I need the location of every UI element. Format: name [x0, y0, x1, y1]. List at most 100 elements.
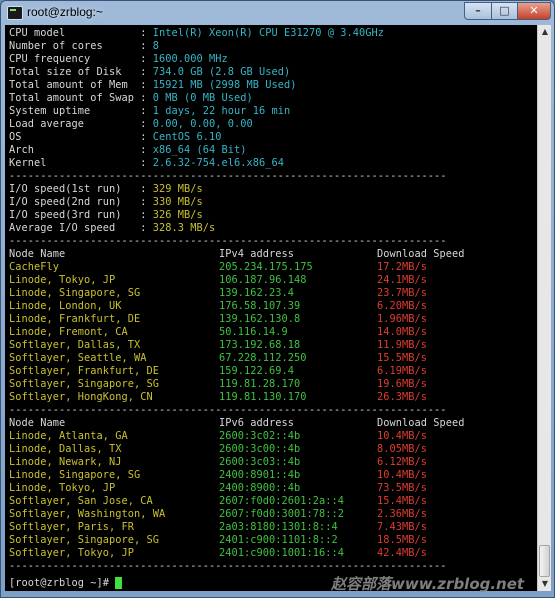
sysinfo-line: OS : CentOS 6.10: [9, 131, 221, 144]
close-button[interactable]: ✕: [517, 2, 551, 20]
download-speed: 6.20MB/s: [377, 300, 427, 312]
ip-address: 106.187.96.148: [219, 274, 307, 286]
node-name: Linode, Singapore, SG: [9, 287, 141, 299]
sysinfo-line: CPU frequency : 1600.000 MHz: [9, 53, 228, 66]
io-value: 329 MB/s: [152, 183, 203, 195]
sysinfo-key: Load average :: [9, 118, 153, 130]
scrollbar-thumb[interactable]: [539, 545, 550, 577]
sysinfo-line: Kernel : 2.6.32-754.el6.x86_64: [9, 157, 284, 170]
node-name: Softlayer, San Jose, CA: [9, 495, 153, 507]
terminal-output[interactable]: CPU model : Intel(R) Xeon(R) CPU E31270 …: [5, 25, 537, 591]
download-speed: 6.19MB/s: [377, 365, 427, 377]
sysinfo-line: Total size of Disk : 734.0 GB (2.8 GB Us…: [9, 66, 290, 79]
ip-address: 2607:f0d0:2601:2a::4: [219, 495, 344, 507]
download-speed: 7.43MB/s: [377, 521, 427, 533]
download-speed: 19.6MB/s: [377, 378, 427, 390]
ipv6-header: Node Name IPv6 address Download Speed: [9, 417, 464, 430]
node-name: Softlayer, HongKong, CN: [9, 391, 153, 403]
ipv6-row: Linode, Newark, NJ 2600:3c03::4b 6.12MB/s: [9, 456, 427, 469]
ip-address: 50.116.14.9: [219, 326, 288, 338]
ip-address: 2400:8901::4b: [219, 469, 301, 481]
download-speed: 15.4MB/s: [377, 495, 427, 507]
ipv6-row: Softlayer, San Jose, CA 2607:f0d0:2601:2a…: [9, 495, 427, 508]
download-speed: 73.5MB/s: [377, 482, 427, 494]
io-line: I/O speed(2nd run) : 330 MB/s: [9, 196, 203, 209]
ip-address: 205.234.175.175: [219, 261, 313, 273]
sysinfo-value: 0.00, 0.00, 0.00: [152, 118, 253, 130]
shell-prompt-line[interactable]: [root@zrblog ~]#: [9, 577, 123, 590]
sysinfo-line: Load average : 0.00, 0.00, 0.00: [9, 118, 253, 131]
sysinfo-key: CPU frequency :: [9, 53, 153, 65]
ipv6-row: Linode, Atlanta, GA 2600:3c02::4b 10.4MB/s: [9, 430, 427, 443]
node-name: Softlayer, Tokyo, JP: [9, 547, 134, 559]
ip-address: 2401:c900:1001:16::4: [219, 547, 344, 559]
watermark: 赵容部落www.zrblog.net: [331, 575, 525, 593]
ip-address: 2a03:8180:1301:8::4: [219, 521, 338, 533]
text-cursor: [115, 577, 123, 589]
download-speed: 15.5MB/s: [377, 352, 427, 364]
sysinfo-value: CentOS 6.10: [152, 131, 222, 143]
maximize-button[interactable]: □: [491, 2, 518, 20]
io-value: 326 MB/s: [152, 209, 203, 221]
vertical-scrollbar[interactable]: ▲ ▼: [537, 25, 551, 591]
ipv6-row: Linode, Singapore, SG 2400:8901::4b 10.4MB…: [9, 469, 427, 482]
node-name: Linode, Frankfurt, DE: [9, 313, 141, 325]
sysinfo-line: System uptime : 1 days, 22 hour 16 min: [9, 105, 290, 118]
io-line: I/O speed(1st run) : 329 MB/s: [9, 183, 203, 196]
download-speed: 6.12MB/s: [377, 456, 427, 468]
ipv6-row: Softlayer, Tokyo, JP 2401:c900:1001:16::4…: [9, 547, 427, 560]
sysinfo-key: Total amount of Swap :: [9, 92, 153, 104]
ipv4-row: Softlayer, Dallas, TX 173.192.68.18 11.9MB…: [9, 339, 427, 352]
sysinfo-key: Total size of Disk :: [9, 66, 153, 78]
ipv4-row: CacheFly 205.234.175.175 17.2MB/s: [9, 261, 427, 274]
terminal-window: root@zrblog:~ – □ ✕ CPU model : Intel(R)…: [0, 0, 555, 598]
ip-address: 159.122.69.4: [219, 365, 294, 377]
title-bar[interactable]: root@zrblog:~ – □ ✕: [1, 1, 554, 25]
separator: ----------------------------------------…: [9, 404, 447, 416]
ipv4-row: Softlayer, Seattle, WA 67.228.112.250 15.5…: [9, 352, 427, 365]
header-download-speed: Download Speed: [377, 417, 465, 429]
ipv4-row: Linode, Tokyo, JP 106.187.96.148 24.1MB/s: [9, 274, 427, 287]
sysinfo-value: 1 days, 22 hour 16 min: [152, 105, 291, 117]
sysinfo-value: 0 MB (0 MB Used): [152, 92, 253, 104]
node-name: Linode, Fremont, CA: [9, 326, 128, 338]
ip-address: 2600:3c03::4b: [219, 456, 301, 468]
node-name: Softlayer, Washington, WA: [9, 508, 166, 520]
separator: ----------------------------------------…: [9, 235, 447, 247]
ip-address: 2400:8900::4b: [219, 482, 301, 494]
ip-address: 139.162.130.8: [219, 313, 301, 325]
ip-address: 2600:3c02::4b: [219, 430, 301, 442]
node-name: Softlayer, Frankfurt, DE: [9, 365, 159, 377]
node-name: Softlayer, Dallas, TX: [9, 339, 141, 351]
sysinfo-line: Number of cores : 8: [9, 40, 159, 53]
node-name: Softlayer, Paris, FR: [9, 521, 134, 533]
header-download-speed: Download Speed: [377, 248, 465, 260]
node-name: Softlayer, Singapore, SG: [9, 378, 159, 390]
download-speed: 26.3MB/s: [377, 391, 427, 403]
scroll-down-arrow-icon[interactable]: ▼: [539, 578, 551, 590]
shell-prompt: [root@zrblog ~]#: [9, 577, 116, 589]
minimize-button[interactable]: –: [464, 2, 492, 20]
download-speed: 1.96MB/s: [377, 313, 427, 325]
ipv4-row: Linode, London, UK 176.58.107.39 6.20MB/s: [9, 300, 427, 313]
ipv6-row: Softlayer, Paris, FR 2a03:8180:1301:8::4 7…: [9, 521, 427, 534]
separator: ----------------------------------------…: [9, 170, 447, 182]
header-ipv6-address: IPv6 address: [219, 417, 294, 429]
download-speed: 8.05MB/s: [377, 443, 427, 455]
scroll-up-arrow-icon[interactable]: ▲: [539, 26, 551, 38]
ipv6-row: Softlayer, Washington, WA 2607:f0d0:3001:…: [9, 508, 427, 521]
download-speed: 42.4MB/s: [377, 547, 427, 559]
io-key: I/O speed(3rd run) :: [9, 209, 153, 221]
io-key: I/O speed(2nd run) :: [9, 196, 153, 208]
sysinfo-line: Arch : x86_64 (64 Bit): [9, 144, 246, 157]
download-speed: 10.4MB/s: [377, 469, 427, 481]
sysinfo-key: Number of cores :: [9, 40, 153, 52]
download-speed: 17.2MB/s: [377, 261, 427, 273]
ipv6-row: Linode, Tokyo, JP 2400:8900::4b 73.5MB/s: [9, 482, 427, 495]
download-speed: 24.1MB/s: [377, 274, 427, 286]
sysinfo-key: CPU model :: [9, 27, 153, 39]
header-ipv4-address: IPv4 address: [219, 248, 294, 260]
sysinfo-line: Total amount of Swap : 0 MB (0 MB Used): [9, 92, 253, 105]
node-name: Linode, Dallas, TX: [9, 443, 122, 455]
download-speed: 10.4MB/s: [377, 430, 427, 442]
